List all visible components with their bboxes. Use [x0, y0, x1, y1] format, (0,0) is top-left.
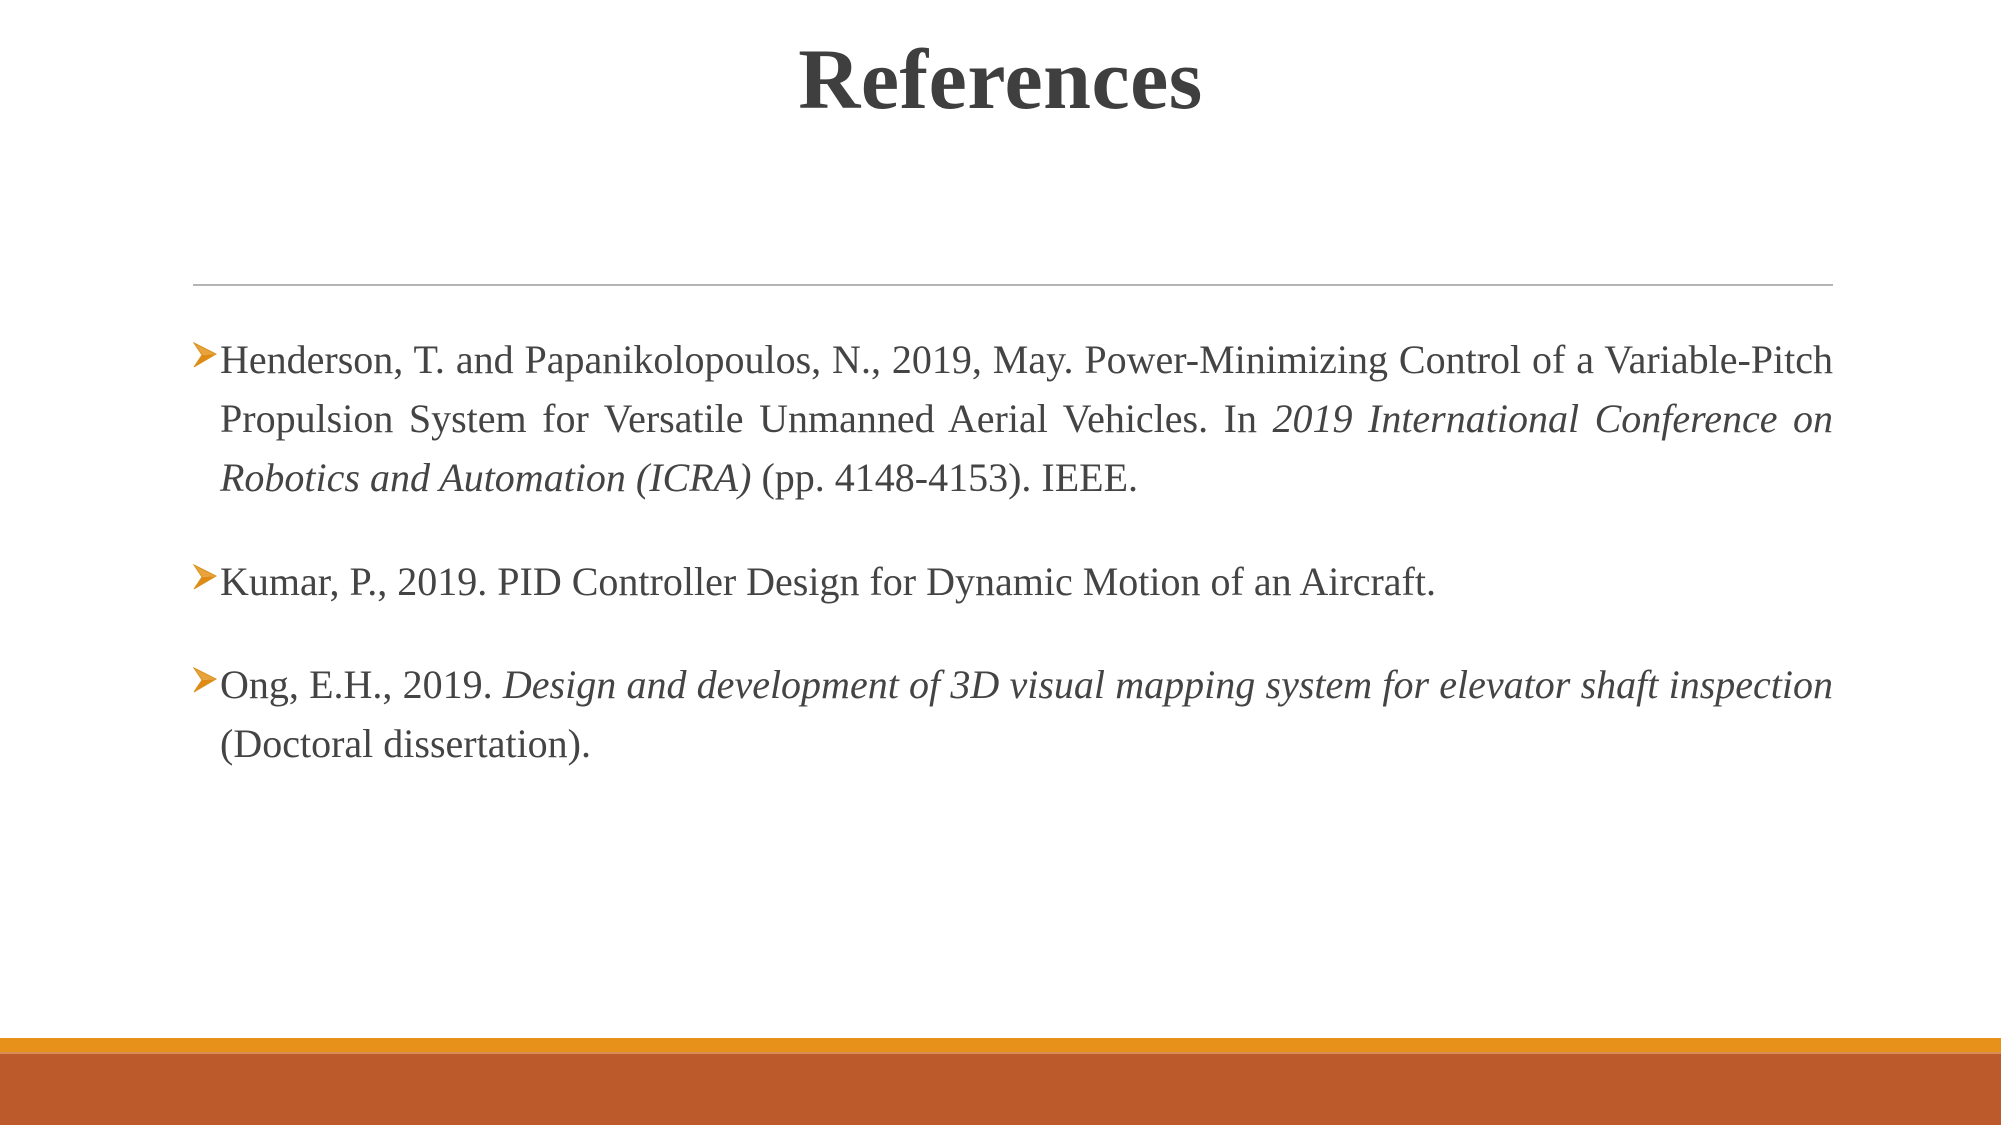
title-area: References	[0, 31, 2001, 127]
reference-item: Ong, E.H., 2019. Design and development …	[193, 655, 1833, 773]
arrowhead-bullet-icon	[193, 342, 217, 370]
reference-text: Kumar, P., 2019. PID Controller Design f…	[220, 552, 1833, 611]
reference-text: Ong, E.H., 2019. Design and development …	[220, 655, 1833, 773]
reference-title-italic: Design and development of 3D visual mapp…	[502, 661, 1834, 707]
arrowhead-bullet-icon	[193, 666, 217, 695]
arrowhead-bullet-icon	[193, 563, 217, 592]
slide-references: References Henderson, T. and Papanikolop…	[0, 0, 2001, 1125]
footer-band	[0, 1052, 2001, 1125]
reference-text-segment: (pp. 4148-4153). IEEE.	[751, 455, 1139, 501]
reference-item: Kumar, P., 2019. PID Controller Design f…	[193, 552, 1833, 611]
title-divider-rule	[193, 284, 1833, 286]
reference-text-segment: (Doctoral dissertation).	[220, 720, 591, 766]
footer-hairline-divider	[0, 1052, 2001, 1054]
reference-text-segment: Kumar, P., 2019. PID Controller Design f…	[220, 558, 1436, 604]
reference-item: Henderson, T. and Papanikolopoulos, N., …	[193, 330, 1833, 508]
page-title: References	[798, 31, 1203, 127]
reference-list: Henderson, T. and Papanikolopoulos, N., …	[193, 330, 1833, 773]
reference-text: Henderson, T. and Papanikolopoulos, N., …	[220, 330, 1833, 508]
reference-text-segment: Ong, E.H., 2019.	[220, 661, 503, 707]
footer-accent-stripe	[0, 1038, 2001, 1052]
